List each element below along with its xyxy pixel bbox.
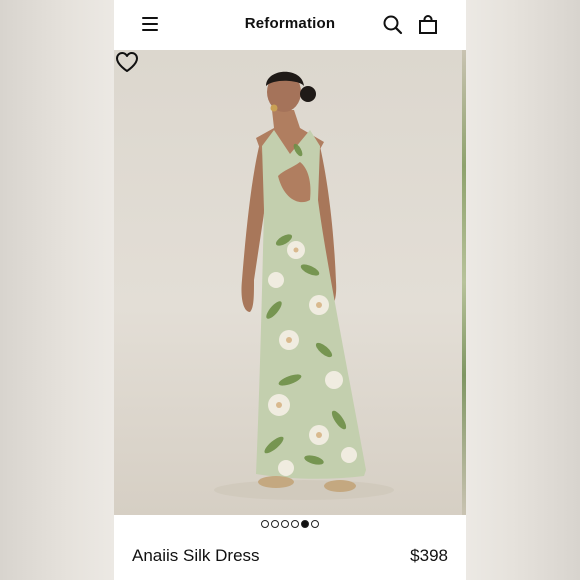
brand-logo[interactable]: Reformation bbox=[114, 15, 466, 32]
product-image[interactable] bbox=[114, 50, 466, 515]
carousel-dot[interactable] bbox=[291, 520, 299, 528]
backdrop-left bbox=[0, 0, 114, 580]
top-nav: Reformation bbox=[114, 0, 466, 50]
next-image-peek bbox=[462, 50, 466, 515]
carousel-dot[interactable] bbox=[281, 520, 289, 528]
search-icon[interactable] bbox=[382, 14, 404, 36]
carousel-dot[interactable] bbox=[271, 520, 279, 528]
carousel-dot[interactable] bbox=[261, 520, 269, 528]
heart-icon[interactable] bbox=[114, 50, 140, 74]
carousel-dot[interactable] bbox=[311, 520, 319, 528]
model-photo bbox=[214, 71, 394, 500]
backdrop-right bbox=[466, 0, 580, 580]
product-page: Reformation Anaiis Silk Dress $398 bbox=[114, 0, 466, 580]
product-name: Anaiis Silk Dress bbox=[132, 546, 260, 565]
product-price: $398 bbox=[410, 546, 448, 565]
bag-icon[interactable] bbox=[417, 14, 439, 36]
image-carousel-indicator bbox=[114, 520, 466, 530]
carousel-dot-active[interactable] bbox=[301, 520, 309, 528]
